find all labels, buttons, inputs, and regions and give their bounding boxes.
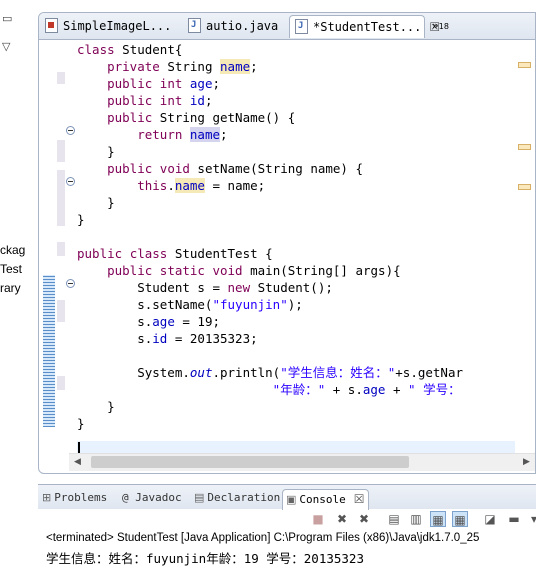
terminate-icon[interactable]: ■ [310,511,326,527]
change-marker [57,170,65,226]
code-line: public String getName() { [107,110,296,125]
package-explorer-item[interactable]: Test [0,262,22,276]
java-file-icon [295,15,308,38]
code-line: System.out.println("学生信息：姓名："+s.getNar [77,365,463,380]
close-icon[interactable]: ☒ [354,492,365,506]
tab-label: Console [299,493,346,506]
code-line: return name; [137,127,228,142]
scrollbar-thumb[interactable] [91,456,409,468]
show-stderr-icon[interactable]: ▦ [452,511,468,527]
code-line: } [77,416,85,431]
code-line: Student s = new Student(); [77,280,333,295]
code-line: s.age = 19; [77,314,220,329]
view-menu-chevron-icon[interactable]: ▽ [2,40,10,53]
tab-javadoc[interactable]: @ Javadoc [122,489,182,509]
code-line: public int age; [107,76,221,91]
code-line: public static void main(String[] args){ [107,263,401,278]
overview-ruler[interactable] [515,40,535,452]
overflow-count: 18 [438,22,449,31]
tab-console[interactable]: ▣ Console ☒ [282,489,369,510]
occurrence-marker[interactable] [518,144,531,150]
minimize-icon[interactable]: ▭ [2,12,12,25]
tab-overflow-button[interactable]: »18 [432,19,449,32]
tab-declaration[interactable]: ▤ Declaration [194,489,280,509]
remove-all-terminated-icon[interactable]: ✖ [356,511,372,527]
fold-collapse-icon[interactable] [66,177,75,186]
problems-icon: ⊞ [42,491,52,504]
console-icon: ▣ [286,493,297,506]
tab-label: autio.java [206,19,279,33]
tab-problems[interactable]: ⊞ Problems [42,489,107,509]
quick-diff-marker [43,275,55,427]
fold-collapse-icon[interactable] [66,279,75,288]
change-marker [57,140,65,162]
console-panel: ⊞ Problems @ Javadoc ▤ Declaration ▣ Consol… [38,484,536,588]
code-line: class Student{ [77,42,183,57]
code-line: this.name = name; [137,178,266,193]
java-file-icon [188,14,201,37]
scroll-right-icon[interactable]: ▶ [518,454,535,471]
horizontal-scrollbar[interactable]: ◀ ▶ [69,453,535,471]
code-line: public class StudentTest { [77,246,273,261]
code-line: public int id; [107,93,213,108]
code-line: "年龄：" + s.age + " 学号： [272,382,461,397]
scroll-left-icon[interactable]: ◀ [69,454,86,471]
code-line: } [77,195,115,210]
console-output[interactable]: 学生信息：姓名：fuyunjin年龄：19 学号：20135323 [46,548,364,567]
package-explorer-item[interactable]: rary [0,281,21,295]
tab-label: SimpleImageL... [63,19,172,33]
java-file-error-icon [45,18,58,33]
code-line: private String name; [107,59,258,74]
code-line: } [77,212,85,227]
console-status-line: <terminated> StudentTest [Java Applicati… [46,532,480,544]
tab-label: Problems [54,491,108,504]
package-explorer-item[interactable]: ckag [0,243,25,257]
code-line: } [77,399,115,414]
tab-simpleimageloader[interactable]: SimpleImageL... [41,15,179,38]
code-line: s.setName("fuyunjin"); [77,297,303,312]
pin-console-icon[interactable]: ◪ [482,511,498,527]
console-tab-bar: ⊞ Problems @ Javadoc ▤ Declaration ▣ Consol… [38,485,536,510]
code-editor[interactable]: class Student{ private String name; publ… [39,40,515,458]
change-marker [57,242,65,256]
change-marker [57,72,65,84]
fold-collapse-icon[interactable] [66,126,75,135]
scroll-lock-icon[interactable]: ▥ [408,511,424,527]
tab-label: *StudentTest... [313,20,422,34]
declaration-icon: ▤ [194,491,205,504]
overflow-chevron-icon: » [432,19,439,32]
code-line: public void setName(String name) { [107,161,363,176]
code-line: } [77,144,115,159]
editor-tab-bar: SimpleImageL... autio.java *StudentTest.… [39,13,535,40]
occurrence-marker[interactable] [518,184,531,190]
display-console-icon[interactable]: ▬ [506,511,522,527]
code-line: s.id = 20135323; [77,331,258,346]
tab-label: @ Javadoc [122,491,182,504]
show-stdout-icon[interactable]: ▦ [430,511,446,527]
occurrence-marker[interactable] [518,62,531,68]
open-console-icon[interactable]: ▾ [526,511,536,527]
change-marker [57,376,65,390]
change-marker [57,300,65,322]
remove-launch-icon[interactable]: ✖ [334,511,350,527]
tab-autio-java[interactable]: autio.java [184,14,284,38]
clear-console-icon[interactable]: ▤ [386,511,402,527]
tab-studenttest[interactable]: *StudentTest...☒ [289,15,440,38]
package-explorer-panel: ▭ ▽ ckag Test rary [0,0,30,587]
editor-panel: SimpleImageL... autio.java *StudentTest.… [38,12,536,474]
tab-label: Declaration [207,491,281,504]
